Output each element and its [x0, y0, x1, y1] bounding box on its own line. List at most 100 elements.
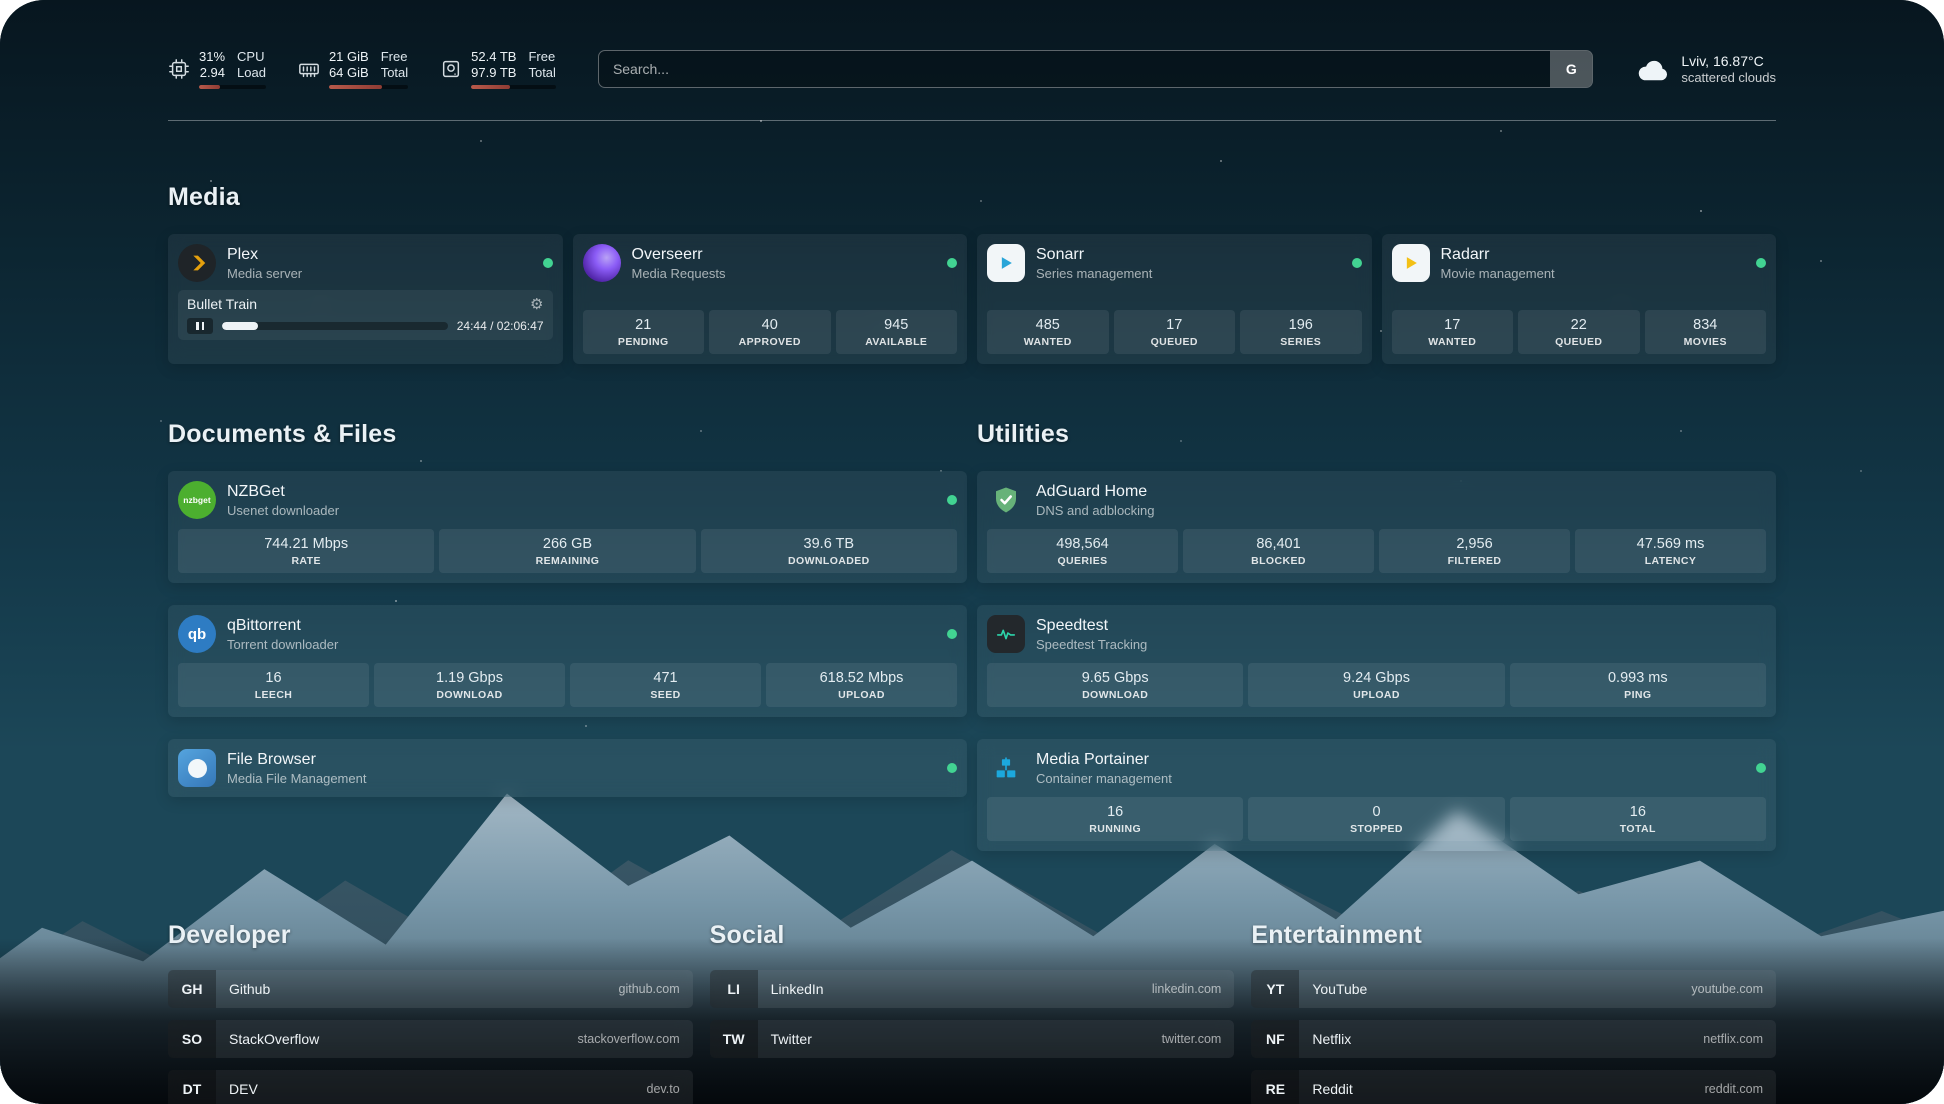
- bookmark-linkedin[interactable]: LI LinkedIn linkedin.com: [710, 970, 1235, 1008]
- section-media: Media Plex Media server: [168, 183, 1776, 364]
- service-subtitle: Media File Management: [227, 770, 366, 787]
- service-name: Plex: [227, 245, 302, 265]
- stat-stopped: 0 STOPPED: [1248, 797, 1504, 841]
- stat-seed: 471 SEED: [570, 663, 761, 707]
- service-subtitle: Series management: [1036, 265, 1152, 282]
- stat-ping: 0.993 ms PING: [1510, 663, 1766, 707]
- bookmark-netflix[interactable]: NF Netflix netflix.com: [1251, 1020, 1776, 1058]
- bookmark-dev[interactable]: DT DEV dev.to: [168, 1070, 693, 1104]
- stars-decoration: [0, 0, 2, 2]
- filebrowser-icon: [178, 749, 216, 787]
- bookmark-domain: reddit.com: [1705, 1070, 1776, 1104]
- service-subtitle: Media server: [227, 265, 302, 282]
- bookmark-stackoverflow[interactable]: SO StackOverflow stackoverflow.com: [168, 1020, 693, 1058]
- bookmark-youtube[interactable]: YT YouTube youtube.com: [1251, 970, 1776, 1008]
- bookmark-name: YouTube: [1299, 970, 1691, 1008]
- adguard-icon: [987, 481, 1025, 519]
- service-card-overseerr[interactable]: Overseerr Media Requests 21 PENDING 40 A…: [573, 234, 968, 364]
- bookmark-twitter[interactable]: TW Twitter twitter.com: [710, 1020, 1235, 1058]
- sonarr-icon: [987, 244, 1025, 282]
- status-dot: [947, 629, 957, 639]
- cpu-icon: [168, 58, 190, 80]
- bookmark-name: Netflix: [1299, 1020, 1703, 1058]
- topbar: 31% 2.94 CPU Load: [168, 44, 1776, 94]
- playback-time: 24:44 / 02:06:47: [457, 319, 544, 333]
- search-input[interactable]: [599, 51, 1550, 87]
- pause-button[interactable]: [187, 318, 213, 334]
- stat-queued: 17 QUEUED: [1114, 310, 1236, 354]
- section-title-social: Social: [710, 921, 1235, 950]
- stat-available: 945 AVAILABLE: [836, 310, 958, 354]
- section-title-entertainment: Entertainment: [1251, 921, 1776, 950]
- stat-download: 1.19 Gbps DOWNLOAD: [374, 663, 565, 707]
- service-card-sonarr[interactable]: Sonarr Series management 485 WANTED 17 Q…: [977, 234, 1372, 364]
- bookmark-abbr: RE: [1251, 1070, 1299, 1104]
- stat-series: 196 SERIES: [1240, 310, 1362, 354]
- search-bar: G: [598, 50, 1593, 88]
- bookmark-reddit[interactable]: RE Reddit reddit.com: [1251, 1070, 1776, 1104]
- stat-approved: 40 APPROVED: [709, 310, 831, 354]
- stat-pending: 21 PENDING: [583, 310, 705, 354]
- stat-movies: 834 MOVIES: [1645, 310, 1767, 354]
- section-title-documents: Documents & Files: [168, 420, 967, 449]
- service-subtitle: Torrent downloader: [227, 636, 338, 653]
- status-dot: [543, 258, 553, 268]
- bookmark-name: Twitter: [758, 1020, 1162, 1058]
- bookmark-domain: github.com: [619, 970, 693, 1008]
- service-card-plex[interactable]: Plex Media server Bullet Train ⚙: [168, 234, 563, 364]
- section-title-developer: Developer: [168, 921, 693, 950]
- section-utilities: Utilities AdGuard Home: [977, 384, 1776, 851]
- bookmark-group-entertainment: Entertainment YT YouTube youtube.com NF …: [1251, 921, 1776, 1104]
- gear-icon[interactable]: ⚙: [530, 297, 543, 312]
- status-dot: [1756, 763, 1766, 773]
- stat-remaining: 266 GB REMAINING: [439, 529, 695, 573]
- playback-progress-bar[interactable]: [222, 322, 448, 330]
- cpu-load: 2.94: [200, 65, 225, 81]
- service-subtitle: Speedtest Tracking: [1036, 636, 1147, 653]
- memory-free: 21 GiB: [329, 49, 369, 65]
- weather-location: Lviv, 16.87°C: [1681, 53, 1776, 70]
- weather-condition: scattered clouds: [1681, 70, 1776, 86]
- stat-total: 16 TOTAL: [1510, 797, 1766, 841]
- service-card-radarr[interactable]: Radarr Movie management 17 WANTED 22 QUE…: [1382, 234, 1777, 364]
- portainer-icon: [987, 749, 1025, 787]
- speedtest-icon: [987, 615, 1025, 653]
- stat-running: 16 RUNNING: [987, 797, 1243, 841]
- service-card-adguard[interactable]: AdGuard Home DNS and adblocking 498,564 …: [977, 471, 1776, 583]
- service-name: NZBGet: [227, 482, 339, 502]
- service-name: AdGuard Home: [1036, 482, 1155, 502]
- bookmark-name: StackOverflow: [216, 1020, 578, 1058]
- bookmark-name: Reddit: [1299, 1070, 1704, 1104]
- service-card-nzbget[interactable]: nzbget NZBGet Usenet downloader 744.21 M…: [168, 471, 967, 583]
- disk-icon: [440, 58, 462, 80]
- disk-label-bottom: Total: [528, 65, 555, 81]
- status-dot: [1352, 258, 1362, 268]
- plex-icon: [178, 244, 216, 282]
- cloud-icon: [1635, 55, 1671, 83]
- resource-widgets: 31% 2.94 CPU Load: [168, 49, 556, 89]
- stat-leech: 16 LEECH: [178, 663, 369, 707]
- service-subtitle: DNS and adblocking: [1036, 502, 1155, 519]
- now-playing-title: Bullet Train: [187, 296, 257, 312]
- service-card-filebrowser[interactable]: File Browser Media File Management: [168, 739, 967, 797]
- section-title-utilities: Utilities: [977, 420, 1776, 449]
- service-card-speedtest[interactable]: Speedtest Speedtest Tracking 9.65 Gbps D…: [977, 605, 1776, 717]
- stat-wanted: 485 WANTED: [987, 310, 1109, 354]
- bookmark-domain: twitter.com: [1162, 1020, 1235, 1058]
- service-card-qbittorrent[interactable]: qb qBittorrent Torrent downloader 16 LEE…: [168, 605, 967, 717]
- stat-download: 9.65 Gbps DOWNLOAD: [987, 663, 1243, 707]
- plex-now-playing: Bullet Train ⚙ 24:44 / 02:06:47: [178, 290, 553, 340]
- service-name: File Browser: [227, 750, 366, 770]
- service-subtitle: Container management: [1036, 770, 1172, 787]
- search-provider-button[interactable]: G: [1550, 51, 1592, 87]
- stat-upload: 9.24 Gbps UPLOAD: [1248, 663, 1504, 707]
- stat-upload: 618.52 Mbps UPLOAD: [766, 663, 957, 707]
- service-subtitle: Usenet downloader: [227, 502, 339, 519]
- service-card-portainer[interactable]: Media Portainer Container management 16 …: [977, 739, 1776, 851]
- qbittorrent-icon: qb: [178, 615, 216, 653]
- bookmark-group-social: Social LI LinkedIn linkedin.com TW Twitt…: [710, 921, 1235, 1058]
- memory-label-bottom: Total: [381, 65, 408, 81]
- bookmark-domain: dev.to: [647, 1070, 693, 1104]
- bookmark-github[interactable]: GH Github github.com: [168, 970, 693, 1008]
- memory-total: 64 GiB: [329, 65, 369, 81]
